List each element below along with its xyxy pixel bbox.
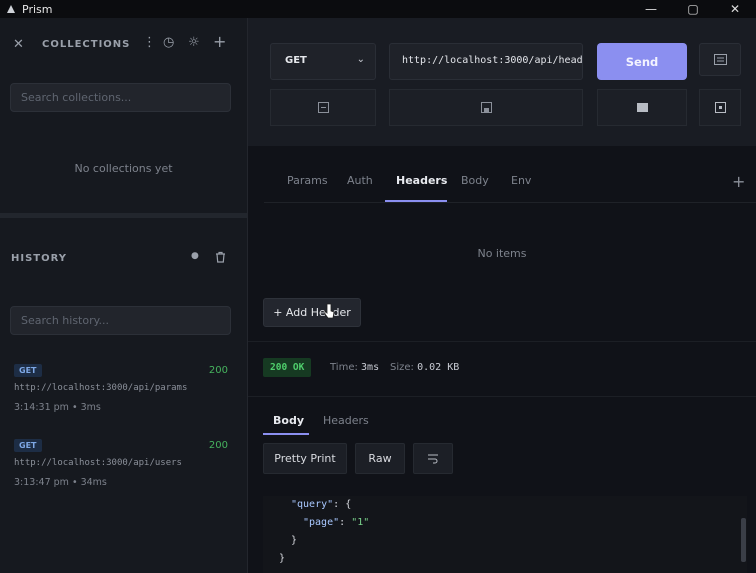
tab-separator	[264, 202, 756, 203]
status-badge: 200 OK	[263, 358, 312, 377]
docs-button[interactable]	[699, 43, 741, 76]
status-code: 200	[208, 365, 228, 376]
time-value: 3ms	[361, 362, 380, 373]
wrap-button[interactable]	[413, 443, 453, 474]
json-value: "1"	[351, 517, 370, 528]
history-meta: 3:13:47 pm • 34ms	[14, 477, 107, 488]
scrollbar[interactable]	[741, 518, 746, 562]
url-input[interactable]	[402, 55, 582, 66]
divider	[248, 341, 756, 342]
active-response-tab-indicator	[263, 433, 309, 435]
size-label: Size:	[390, 362, 414, 373]
import-button[interactable]	[270, 89, 376, 126]
json-key: "page"	[303, 517, 340, 528]
history-url: http://localhost:3000/api/users	[14, 458, 182, 468]
chevron-down-icon: ⌄	[356, 54, 365, 65]
send-button[interactable]: Send	[597, 43, 687, 80]
main-panel: GET ⌄ Send Params Auth Headers	[248, 18, 756, 573]
json-colon: :	[339, 517, 346, 528]
history-url: http://localhost:3000/api/params	[14, 383, 188, 393]
close-sidebar-icon[interactable]: ✕	[13, 37, 24, 52]
close-window-button[interactable]: ✕	[714, 0, 756, 18]
search-collections-field[interactable]	[10, 83, 231, 112]
tab-params[interactable]: Params	[287, 174, 328, 200]
history-item[interactable]: GET 200 http://localhost:3000/api/users …	[0, 439, 247, 499]
tab-auth[interactable]: Auth	[347, 174, 373, 200]
raw-button[interactable]: Raw	[355, 443, 405, 474]
tab-env[interactable]: Env	[511, 174, 531, 200]
method-select[interactable]: GET ⌄	[270, 43, 376, 80]
time-label: Time:	[330, 362, 358, 373]
history-meta: 3:14:31 pm • 3ms	[14, 402, 101, 413]
response-tab-body[interactable]: Body	[273, 414, 304, 427]
expand-button[interactable]	[699, 89, 741, 126]
divider	[248, 396, 756, 397]
json-brace: {	[345, 499, 352, 510]
sidebar: ✕ COLLECTIONS ⋮ ◷ ☼ + No collections yet…	[0, 18, 248, 573]
tab-headers[interactable]: Headers	[396, 174, 447, 200]
minimize-button[interactable]: —	[630, 0, 672, 18]
url-field[interactable]	[389, 43, 583, 80]
tab-body[interactable]: Body	[461, 174, 489, 200]
stop-button[interactable]	[597, 89, 687, 126]
empty-headers-text: No items	[477, 247, 527, 260]
search-history-input[interactable]	[21, 314, 221, 327]
add-header-button[interactable]: + Add Header	[263, 298, 361, 327]
title-bar: Prism — ▢ ✕	[0, 0, 756, 18]
active-tab-indicator	[385, 200, 447, 202]
response-body: "query": { "page": "1" } }	[263, 496, 747, 573]
save-icon	[480, 102, 492, 113]
add-collection-icon[interactable]: +	[213, 32, 226, 51]
json-colon: :	[333, 499, 340, 510]
add-tab-icon[interactable]: +	[732, 172, 745, 191]
response-time: Time: 3ms	[330, 362, 379, 373]
wrap-icon	[428, 454, 438, 463]
status-code: 200	[208, 440, 228, 451]
sidebar-divider[interactable]	[0, 213, 247, 218]
method-badge: GET	[14, 439, 42, 452]
more-options-icon[interactable]: ⋮	[143, 35, 156, 50]
app-title: Prism	[22, 2, 53, 16]
stop-icon	[636, 103, 648, 112]
request-bar: GET ⌄ Send	[248, 18, 756, 146]
json-brace: }	[291, 535, 298, 546]
history-title: HISTORY	[11, 253, 68, 264]
save-button[interactable]	[389, 89, 583, 126]
pin-icon[interactable]: ●	[191, 251, 199, 261]
search-collections-input[interactable]	[21, 91, 221, 104]
search-history-field[interactable]	[10, 306, 231, 335]
json-key: "query"	[291, 499, 334, 510]
history-clock-icon[interactable]: ◷	[163, 35, 174, 50]
expand-icon	[714, 102, 726, 113]
pretty-print-button[interactable]: Pretty Print	[263, 443, 347, 474]
method-badge: GET	[14, 364, 42, 377]
prism-logo-icon	[7, 5, 15, 13]
collections-title: COLLECTIONS	[42, 39, 131, 50]
trash-icon[interactable]	[215, 251, 226, 263]
import-icon	[317, 102, 329, 113]
mouse-cursor-icon	[324, 303, 335, 319]
theme-sun-icon[interactable]: ☼	[188, 35, 200, 50]
response-tab-headers[interactable]: Headers	[323, 414, 369, 427]
method-value: GET	[285, 55, 307, 66]
empty-collections-text: No collections yet	[74, 162, 173, 175]
json-brace: }	[279, 553, 286, 564]
document-icon	[713, 54, 727, 65]
size-value: 0.02 KB	[417, 362, 460, 373]
response-size: Size: 0.02 KB	[390, 362, 459, 373]
history-item[interactable]: GET 200 http://localhost:3000/api/params…	[0, 364, 247, 424]
maximize-button[interactable]: ▢	[672, 0, 714, 18]
